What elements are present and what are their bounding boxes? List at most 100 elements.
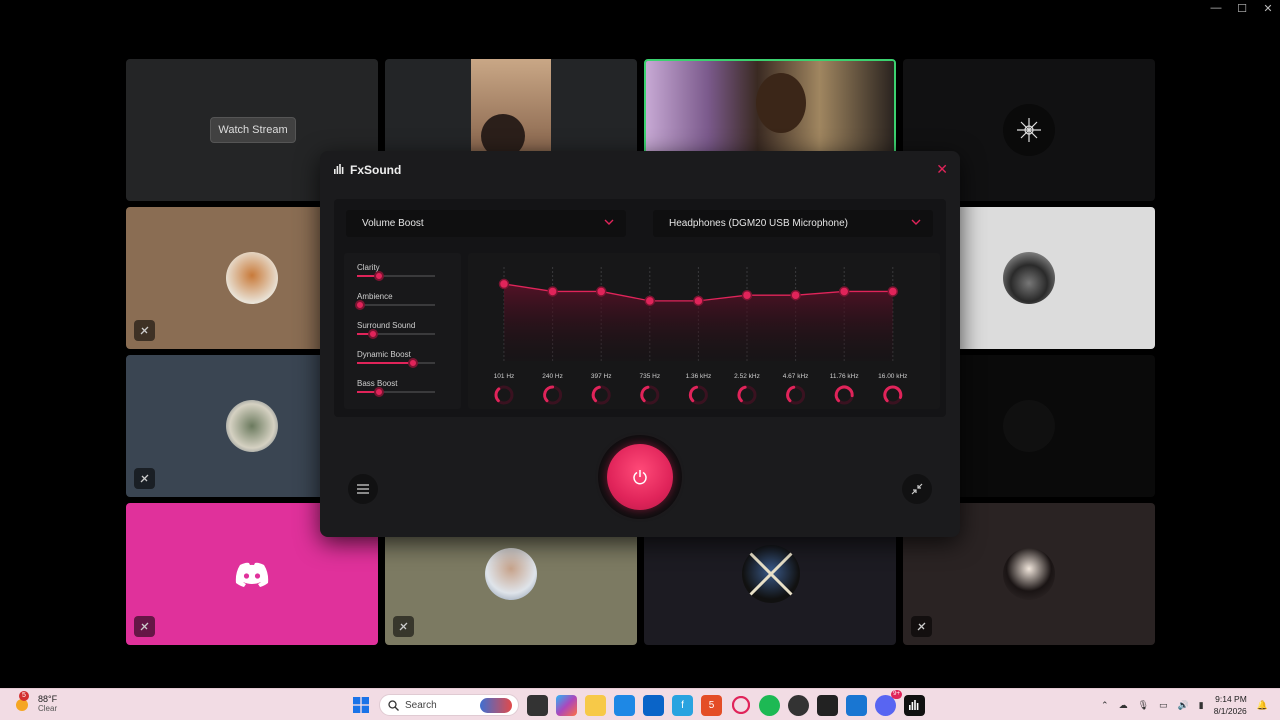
- weather-condition: Clear: [38, 703, 58, 713]
- spotify-icon[interactable]: [759, 694, 780, 716]
- notification-bell-icon[interactable]: 🔔: [1257, 700, 1268, 711]
- preset-value: Volume Boost: [362, 218, 424, 229]
- fxsound-controls: Volume Boost Headphones (DGM20 USB Micro…: [334, 199, 946, 417]
- volume-icon[interactable]: 🔊: [1178, 700, 1189, 711]
- eq-band-handle[interactable]: [741, 289, 753, 301]
- fxsound-taskbar-icon[interactable]: [904, 694, 925, 716]
- html5-icon[interactable]: 5: [701, 694, 722, 716]
- effect-slider-ambience[interactable]: Ambience: [355, 292, 437, 314]
- avatar: [226, 400, 278, 452]
- weather-widget[interactable]: 5 88°F Clear: [12, 691, 58, 713]
- avatar: [1003, 400, 1055, 452]
- file-explorer-icon[interactable]: [585, 694, 606, 716]
- desktop: — ☐ ✕ Watch Stream FxSound ✕ Volume Boos…: [0, 0, 1280, 720]
- close-icon[interactable]: ✕: [936, 161, 948, 178]
- eq-knob[interactable]: [591, 385, 601, 403]
- eq-band-handle[interactable]: [693, 295, 704, 307]
- close-window-button[interactable]: ✕: [1262, 2, 1274, 15]
- effect-slider-bass-boost[interactable]: Bass Boost: [357, 379, 437, 401]
- network-icon[interactable]: ▭: [1159, 700, 1168, 711]
- output-device-value: Headphones (DGM20 USB Microphone): [669, 218, 848, 229]
- preset-dropdown[interactable]: Volume Boost: [346, 210, 626, 237]
- photos-icon[interactable]: [846, 694, 867, 716]
- store-icon[interactable]: [614, 694, 635, 716]
- avatar: [1003, 548, 1055, 600]
- chevron-down-icon: [911, 219, 921, 225]
- windows-start-icon[interactable]: [350, 695, 371, 716]
- eq-band-frequency: 1.36 kHz: [686, 373, 712, 380]
- window-controls: — ☐ ✕: [1210, 2, 1274, 15]
- eq-knob[interactable]: [786, 385, 796, 403]
- eq-knob[interactable]: [640, 385, 650, 403]
- eq-band-handle[interactable]: [838, 286, 850, 297]
- cloud-icon[interactable]: ☁: [1119, 700, 1128, 711]
- app-f-icon[interactable]: f: [672, 694, 693, 716]
- slider-fill: [357, 362, 411, 364]
- eq-knob[interactable]: [494, 387, 501, 403]
- deafened-icon: [911, 616, 932, 637]
- eq-band-frequency: 735 Hz: [639, 373, 660, 380]
- eq-band-frequency: 16.00 kHz: [878, 373, 907, 380]
- obs-icon[interactable]: [817, 694, 838, 716]
- weather-sun-icon: 5: [12, 691, 32, 713]
- eq-band-frequency: 101 Hz: [494, 373, 515, 380]
- watch-stream-button[interactable]: Watch Stream: [210, 117, 296, 143]
- weather-badge: 5: [19, 691, 29, 701]
- eq-band-handle[interactable]: [595, 286, 607, 297]
- search-icon: [388, 699, 399, 711]
- search-highlight-image: [480, 698, 512, 713]
- battery-icon[interactable]: ▮: [1199, 700, 1204, 711]
- maximize-button[interactable]: ☐: [1236, 2, 1248, 15]
- davinci-icon[interactable]: [788, 694, 809, 716]
- taskbar-search[interactable]: Search: [379, 694, 519, 716]
- task-view-icon[interactable]: [527, 694, 548, 716]
- clock[interactable]: 9:14 PM 8/1/2026: [1214, 693, 1247, 717]
- slider-track: [357, 304, 435, 306]
- eq-knob[interactable]: [543, 385, 555, 403]
- discord-icon[interactable]: 9+: [875, 689, 902, 716]
- output-device-dropdown[interactable]: Headphones (DGM20 USB Microphone): [653, 210, 933, 237]
- eq-band-frequency: 397 Hz: [591, 373, 612, 380]
- slider-knob[interactable]: [374, 387, 385, 397]
- discord-badge: 9+: [891, 689, 902, 699]
- eq-band-handle[interactable]: [498, 278, 510, 290]
- eq-knob[interactable]: [737, 385, 747, 403]
- outlook-icon[interactable]: [643, 694, 664, 716]
- equalizer-panel: 101 Hz 240 Hz 397 Hz 735 Hz 1.36 kHz 2.52 kHz…: [468, 253, 940, 409]
- taskbar-apps: Search f 5 9+: [350, 689, 925, 716]
- eq-band-handle[interactable]: [887, 286, 899, 297]
- collapse-button[interactable]: [902, 474, 932, 504]
- microphone-icon[interactable]: 🎙: [1138, 700, 1149, 711]
- effect-slider-dynamic-boost[interactable]: Dynamic Boost: [357, 350, 437, 372]
- chevron-up-icon[interactable]: ⌃: [1101, 700, 1109, 711]
- deafened-icon: [134, 468, 155, 489]
- menu-button[interactable]: [348, 474, 378, 504]
- eq-band-frequency: 2.52 kHz: [734, 373, 760, 380]
- power-button-ring: [598, 435, 682, 519]
- opera-icon[interactable]: [730, 695, 751, 716]
- discord-logo-icon: [234, 562, 270, 593]
- effect-slider-clarity[interactable]: Clarity: [357, 263, 437, 285]
- fxsound-window: FxSound ✕ Volume Boost Headphones (DGM20…: [320, 151, 960, 537]
- deafened-icon: [393, 616, 414, 637]
- slider-knob[interactable]: [374, 271, 385, 281]
- copilot-icon[interactable]: [556, 694, 577, 716]
- app-name: FxSound: [350, 163, 402, 177]
- power-button[interactable]: [607, 444, 673, 510]
- slider-knob[interactable]: [355, 300, 365, 310]
- effect-slider-surround-sound[interactable]: Surround Sound: [357, 321, 437, 343]
- slider-knob[interactable]: [367, 329, 378, 339]
- slider-knob[interactable]: [408, 358, 419, 368]
- equalizer-graph: 101 Hz 240 Hz 397 Hz 735 Hz 1.36 kHz 2.52 kHz…: [494, 267, 907, 405]
- eq-knob[interactable]: [688, 385, 699, 403]
- fxsound-title: FxSound: [334, 163, 401, 177]
- eq-band-handle[interactable]: [644, 295, 656, 307]
- eq-band-handle[interactable]: [790, 289, 801, 301]
- eq-band-handle[interactable]: [547, 286, 558, 297]
- clock-date: 8/1/2026: [1213, 706, 1247, 716]
- minimize-button[interactable]: —: [1210, 2, 1222, 15]
- avatar: [485, 548, 537, 600]
- hamburger-icon: [357, 484, 369, 494]
- weather-temp: 88°F: [38, 693, 58, 704]
- clock-time: 9:14 PM: [1215, 694, 1247, 704]
